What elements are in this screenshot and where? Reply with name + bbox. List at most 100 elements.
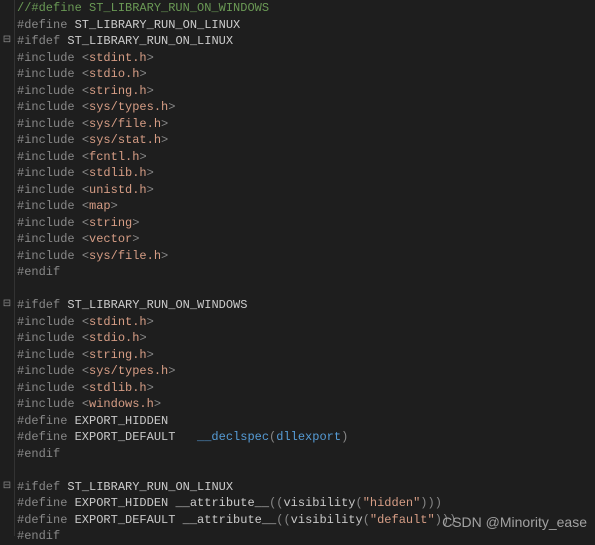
code-token: #define <box>17 430 75 444</box>
code-area[interactable]: //#define ST_LIBRARY_RUN_ON_WINDOWS#defi… <box>15 0 456 536</box>
code-token: < <box>82 315 89 329</box>
code-token: sys/types.h <box>89 100 168 114</box>
code-token: < <box>82 150 89 164</box>
code-token: #endif <box>17 265 60 279</box>
code-token: #include <box>17 315 82 329</box>
code-token: string <box>89 216 132 230</box>
code-token: #include <box>17 232 82 246</box>
fold-gutter[interactable]: ··⊟···············⊟··········⊟··· <box>0 0 15 536</box>
code-line[interactable]: #include <sys/file.h> <box>17 116 456 133</box>
code-token: #include <box>17 348 82 362</box>
code-token: < <box>82 100 89 114</box>
code-token: #include <box>17 364 82 378</box>
code-token: #include <box>17 166 82 180</box>
code-line[interactable]: #include <stdio.h> <box>17 66 456 83</box>
code-token: < <box>82 232 89 246</box>
code-token: #define <box>17 496 75 510</box>
code-line[interactable]: #include <sys/stat.h> <box>17 132 456 149</box>
code-line[interactable]: #endif <box>17 264 456 281</box>
code-line[interactable]: #define EXPORT_HIDDEN __attribute__((vis… <box>17 495 456 512</box>
code-token: > <box>154 397 161 411</box>
code-token: ( <box>355 496 362 510</box>
code-token: #include <box>17 100 82 114</box>
code-token: > <box>111 199 118 213</box>
code-token: stdint.h <box>89 51 147 65</box>
code-line[interactable]: #include <stdint.h> <box>17 314 456 331</box>
code-token: < <box>82 67 89 81</box>
code-token: > <box>161 249 168 263</box>
code-line[interactable]: #include <map> <box>17 198 456 215</box>
code-token: ( <box>363 513 370 527</box>
code-line[interactable]: #include <string.h> <box>17 83 456 100</box>
code-token: ST_LIBRARY_RUN_ON_LINUX <box>75 18 241 32</box>
code-editor[interactable]: ··⊟···············⊟··········⊟··· //#def… <box>0 0 595 536</box>
code-line[interactable]: #include <fcntl.h> <box>17 149 456 166</box>
code-token: #include <box>17 117 82 131</box>
code-token: ST_LIBRARY_RUN_ON_LINUX <box>67 34 233 48</box>
code-token: #include <box>17 183 82 197</box>
code-line[interactable]: #define ST_LIBRARY_RUN_ON_LINUX <box>17 17 456 34</box>
code-token: > <box>147 315 154 329</box>
code-token: < <box>82 199 89 213</box>
code-token: > <box>147 381 154 395</box>
code-line[interactable]: #ifdef ST_LIBRARY_RUN_ON_LINUX <box>17 479 456 496</box>
code-line[interactable]: #include <windows.h> <box>17 396 456 413</box>
code-line[interactable] <box>17 281 456 298</box>
code-line[interactable]: #endif <box>17 446 456 463</box>
code-token: < <box>82 397 89 411</box>
code-line[interactable]: #define EXPORT_DEFAULT __attribute__((vi… <box>17 512 456 529</box>
code-line[interactable] <box>17 462 456 479</box>
code-token: sys/types.h <box>89 364 168 378</box>
code-token: #include <box>17 331 82 345</box>
code-token: string.h <box>89 84 147 98</box>
code-line[interactable]: #include <stdio.h> <box>17 330 456 347</box>
code-line[interactable]: #include <sys/file.h> <box>17 248 456 265</box>
code-token: > <box>147 348 154 362</box>
code-token: > <box>139 67 146 81</box>
code-token: (( <box>276 513 290 527</box>
code-token: __attribute__ <box>175 496 269 510</box>
code-token: stdint.h <box>89 315 147 329</box>
code-token: > <box>147 51 154 65</box>
code-line[interactable]: #define EXPORT_HIDDEN <box>17 413 456 430</box>
code-token: < <box>82 166 89 180</box>
code-token: visibility <box>291 513 363 527</box>
code-token: #include <box>17 249 82 263</box>
code-line[interactable]: #include <sys/types.h> <box>17 99 456 116</box>
code-line[interactable]: #include <string.h> <box>17 347 456 364</box>
code-token: > <box>132 216 139 230</box>
code-token: ))) <box>420 496 442 510</box>
code-token: #include <box>17 199 82 213</box>
code-token: EXPORT_DEFAULT <box>75 513 183 527</box>
fold-toggle-icon[interactable]: ⊟ <box>0 297 14 314</box>
code-token: (( <box>269 496 283 510</box>
code-line[interactable]: //#define ST_LIBRARY_RUN_ON_WINDOWS <box>17 0 456 17</box>
code-token: map <box>89 199 111 213</box>
code-token: ) <box>341 430 348 444</box>
code-token: < <box>82 348 89 362</box>
code-token: ST_LIBRARY_RUN_ON_WINDOWS <box>67 298 247 312</box>
code-token: < <box>82 51 89 65</box>
code-line[interactable]: #include <stdlib.h> <box>17 380 456 397</box>
code-token: sys/file.h <box>89 249 161 263</box>
code-line[interactable]: #include <stdlib.h> <box>17 165 456 182</box>
code-line[interactable]: #include <stdint.h> <box>17 50 456 67</box>
code-token: < <box>82 381 89 395</box>
code-token: > <box>147 183 154 197</box>
code-token: "hidden" <box>363 496 421 510</box>
fold-toggle-icon[interactable]: ⊟ <box>0 479 14 496</box>
code-line[interactable]: #ifdef ST_LIBRARY_RUN_ON_WINDOWS <box>17 297 456 314</box>
code-line[interactable]: #define EXPORT_DEFAULT __declspec(dllexp… <box>17 429 456 446</box>
code-token: stdlib.h <box>89 381 147 395</box>
code-line[interactable]: #endif <box>17 528 456 545</box>
code-token: #ifdef <box>17 34 67 48</box>
code-token: windows.h <box>89 397 154 411</box>
code-token: unistd.h <box>89 183 147 197</box>
code-line[interactable]: #include <vector> <box>17 231 456 248</box>
code-line[interactable]: #include <string> <box>17 215 456 232</box>
code-line[interactable]: #ifdef ST_LIBRARY_RUN_ON_LINUX <box>17 33 456 50</box>
fold-toggle-icon[interactable]: ⊟ <box>0 33 14 50</box>
code-token: < <box>82 117 89 131</box>
code-line[interactable]: #include <sys/types.h> <box>17 363 456 380</box>
code-line[interactable]: #include <unistd.h> <box>17 182 456 199</box>
